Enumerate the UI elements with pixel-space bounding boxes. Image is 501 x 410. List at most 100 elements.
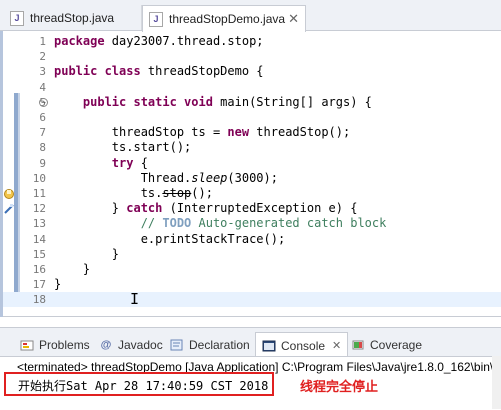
collapse-icon: − xyxy=(39,97,48,107)
code-token: Thread. xyxy=(54,170,192,185)
line-number: 3 xyxy=(39,65,46,79)
code-token: } xyxy=(54,262,91,276)
code-token: (); xyxy=(191,186,213,200)
code-text: try { xyxy=(54,156,148,171)
tab-problems[interactable]: Problems xyxy=(20,332,90,357)
code-line: 12 } catch (InterruptedException e) { xyxy=(3,201,501,216)
line-number: 6 xyxy=(39,111,46,124)
code-token: new xyxy=(227,125,250,140)
tab-declaration[interactable]: Declaration xyxy=(170,332,250,357)
console-scrollbar[interactable] xyxy=(492,356,501,409)
annotation-text: 线程完全停止 xyxy=(300,379,379,394)
javadoc-icon: @ xyxy=(100,338,112,351)
tab-label: Problems xyxy=(39,337,90,352)
line-number: 13 xyxy=(32,217,46,231)
close-icon[interactable]: ✕ xyxy=(332,339,341,352)
line-number: 8 xyxy=(39,141,46,155)
tab-label: threadStop.java xyxy=(30,11,115,25)
code-token: threadStopDemo { xyxy=(140,64,264,79)
code-text: public class threadStopDemo { xyxy=(54,64,264,79)
tab-label: Coverage xyxy=(370,337,423,352)
tab-console[interactable]: Console ✕ xyxy=(255,332,349,358)
code-token: stop xyxy=(162,186,192,200)
line-number: 17 xyxy=(32,278,46,292)
line-number: 10 xyxy=(32,171,46,185)
tab-javadoc[interactable]: @ Javadoc xyxy=(99,332,163,357)
line-number: 9 xyxy=(39,156,46,170)
code-token: day23007.thread.stop; xyxy=(104,34,264,48)
code-line: 8 ts.start(); xyxy=(3,140,501,155)
java-file-icon: J xyxy=(10,10,24,26)
coverage-icon xyxy=(351,339,365,351)
problems-icon xyxy=(20,339,34,351)
code-text: } xyxy=(54,247,119,262)
code-line: 10 Thread.sleep(3000); xyxy=(3,171,501,186)
code-text: Thread.sleep(3000); xyxy=(54,171,278,186)
line-number: 11 xyxy=(32,187,46,200)
line-number: 4 xyxy=(39,80,46,94)
line-number: 14 xyxy=(32,232,46,246)
java-file-icon: J xyxy=(149,11,163,27)
editor-tab-bar: J threadStop.java J threadStopDemo.java … xyxy=(0,0,501,32)
code-token: // xyxy=(54,216,163,231)
code-text: } xyxy=(54,277,61,292)
code-token: main(String[] args) { xyxy=(212,94,372,109)
code-text: } xyxy=(54,262,90,277)
code-text: ts.stop(); xyxy=(54,186,213,201)
code-token: Auto-generated catch block xyxy=(191,216,387,231)
code-editor[interactable]: 1 package day23007.thread.stop; 2 3 public c… xyxy=(3,31,501,317)
code-text: } catch (InterruptedException e) { xyxy=(54,201,358,216)
quickfix-marker-icon xyxy=(4,203,14,214)
code-line: 11 ts.stop(); xyxy=(3,186,501,201)
code-text: ts.start(); xyxy=(54,140,191,155)
code-text: threadStop ts = new threadStop(); xyxy=(54,125,350,140)
code-token: threadStop(); xyxy=(249,125,351,140)
code-line: 1 package day23007.thread.stop; xyxy=(3,34,501,49)
code-text: public static void main(String[] args) { xyxy=(54,95,372,110)
line-number: 16 xyxy=(32,263,46,276)
line-number: 7 xyxy=(39,126,46,140)
console-output-line: 开始执行Sat Apr 28 17:40:59 CST 2018 xyxy=(18,379,269,393)
tab-threadstopdemo-java[interactable]: J threadStopDemo.java ✕ xyxy=(142,5,306,32)
code-line: 13 // TODO Auto-generated catch block xyxy=(3,216,501,231)
code-token: } xyxy=(54,246,120,261)
code-token: { xyxy=(133,155,148,170)
code-line: 3 public class threadStopDemo { xyxy=(3,64,501,79)
tab-label: Declaration xyxy=(189,337,250,352)
code-line: 4 xyxy=(3,80,501,95)
code-token: TODO xyxy=(162,216,192,231)
code-token: public class xyxy=(54,64,141,79)
code-line: 9 try { xyxy=(3,156,501,171)
tab-label: Javadoc xyxy=(118,337,163,352)
line-number: 2 xyxy=(39,50,46,64)
text-cursor-icon: I xyxy=(130,290,140,308)
tab-label: threadStopDemo.java xyxy=(169,12,286,26)
code-token: e.printStackTrace(); xyxy=(54,231,286,246)
code-token: sleep xyxy=(191,170,228,185)
console-icon xyxy=(262,340,276,352)
line-number: 12 xyxy=(32,202,46,216)
bottom-panel-tab-bar: Problems @ Javadoc Declaration Console ✕… xyxy=(0,327,501,358)
code-token: } xyxy=(54,201,127,216)
code-token: public static void xyxy=(82,94,213,109)
code-line: 14 e.printStackTrace(); xyxy=(3,232,501,247)
code-line: 2 xyxy=(3,49,501,64)
code-line: 16 } xyxy=(3,262,501,277)
code-line: 6 xyxy=(3,110,501,125)
code-text: // TODO Auto-generated catch block xyxy=(54,216,387,231)
code-text: package day23007.thread.stop; xyxy=(54,34,264,49)
code-text: e.printStackTrace(); xyxy=(54,231,286,247)
tab-threadstop-java[interactable]: J threadStop.java xyxy=(4,5,142,31)
code-line: 17} xyxy=(3,277,501,292)
close-icon[interactable]: ✕ xyxy=(288,11,299,27)
line-number: 1 xyxy=(39,35,46,48)
code-token: (InterruptedException e) { xyxy=(162,201,358,216)
tab-coverage[interactable]: Coverage xyxy=(351,332,422,357)
code-token: threadStop ts = xyxy=(54,125,228,140)
editor-divider xyxy=(3,316,501,317)
declaration-icon xyxy=(170,339,184,351)
code-token: ts. xyxy=(54,186,163,200)
tab-label: Console xyxy=(281,338,326,353)
